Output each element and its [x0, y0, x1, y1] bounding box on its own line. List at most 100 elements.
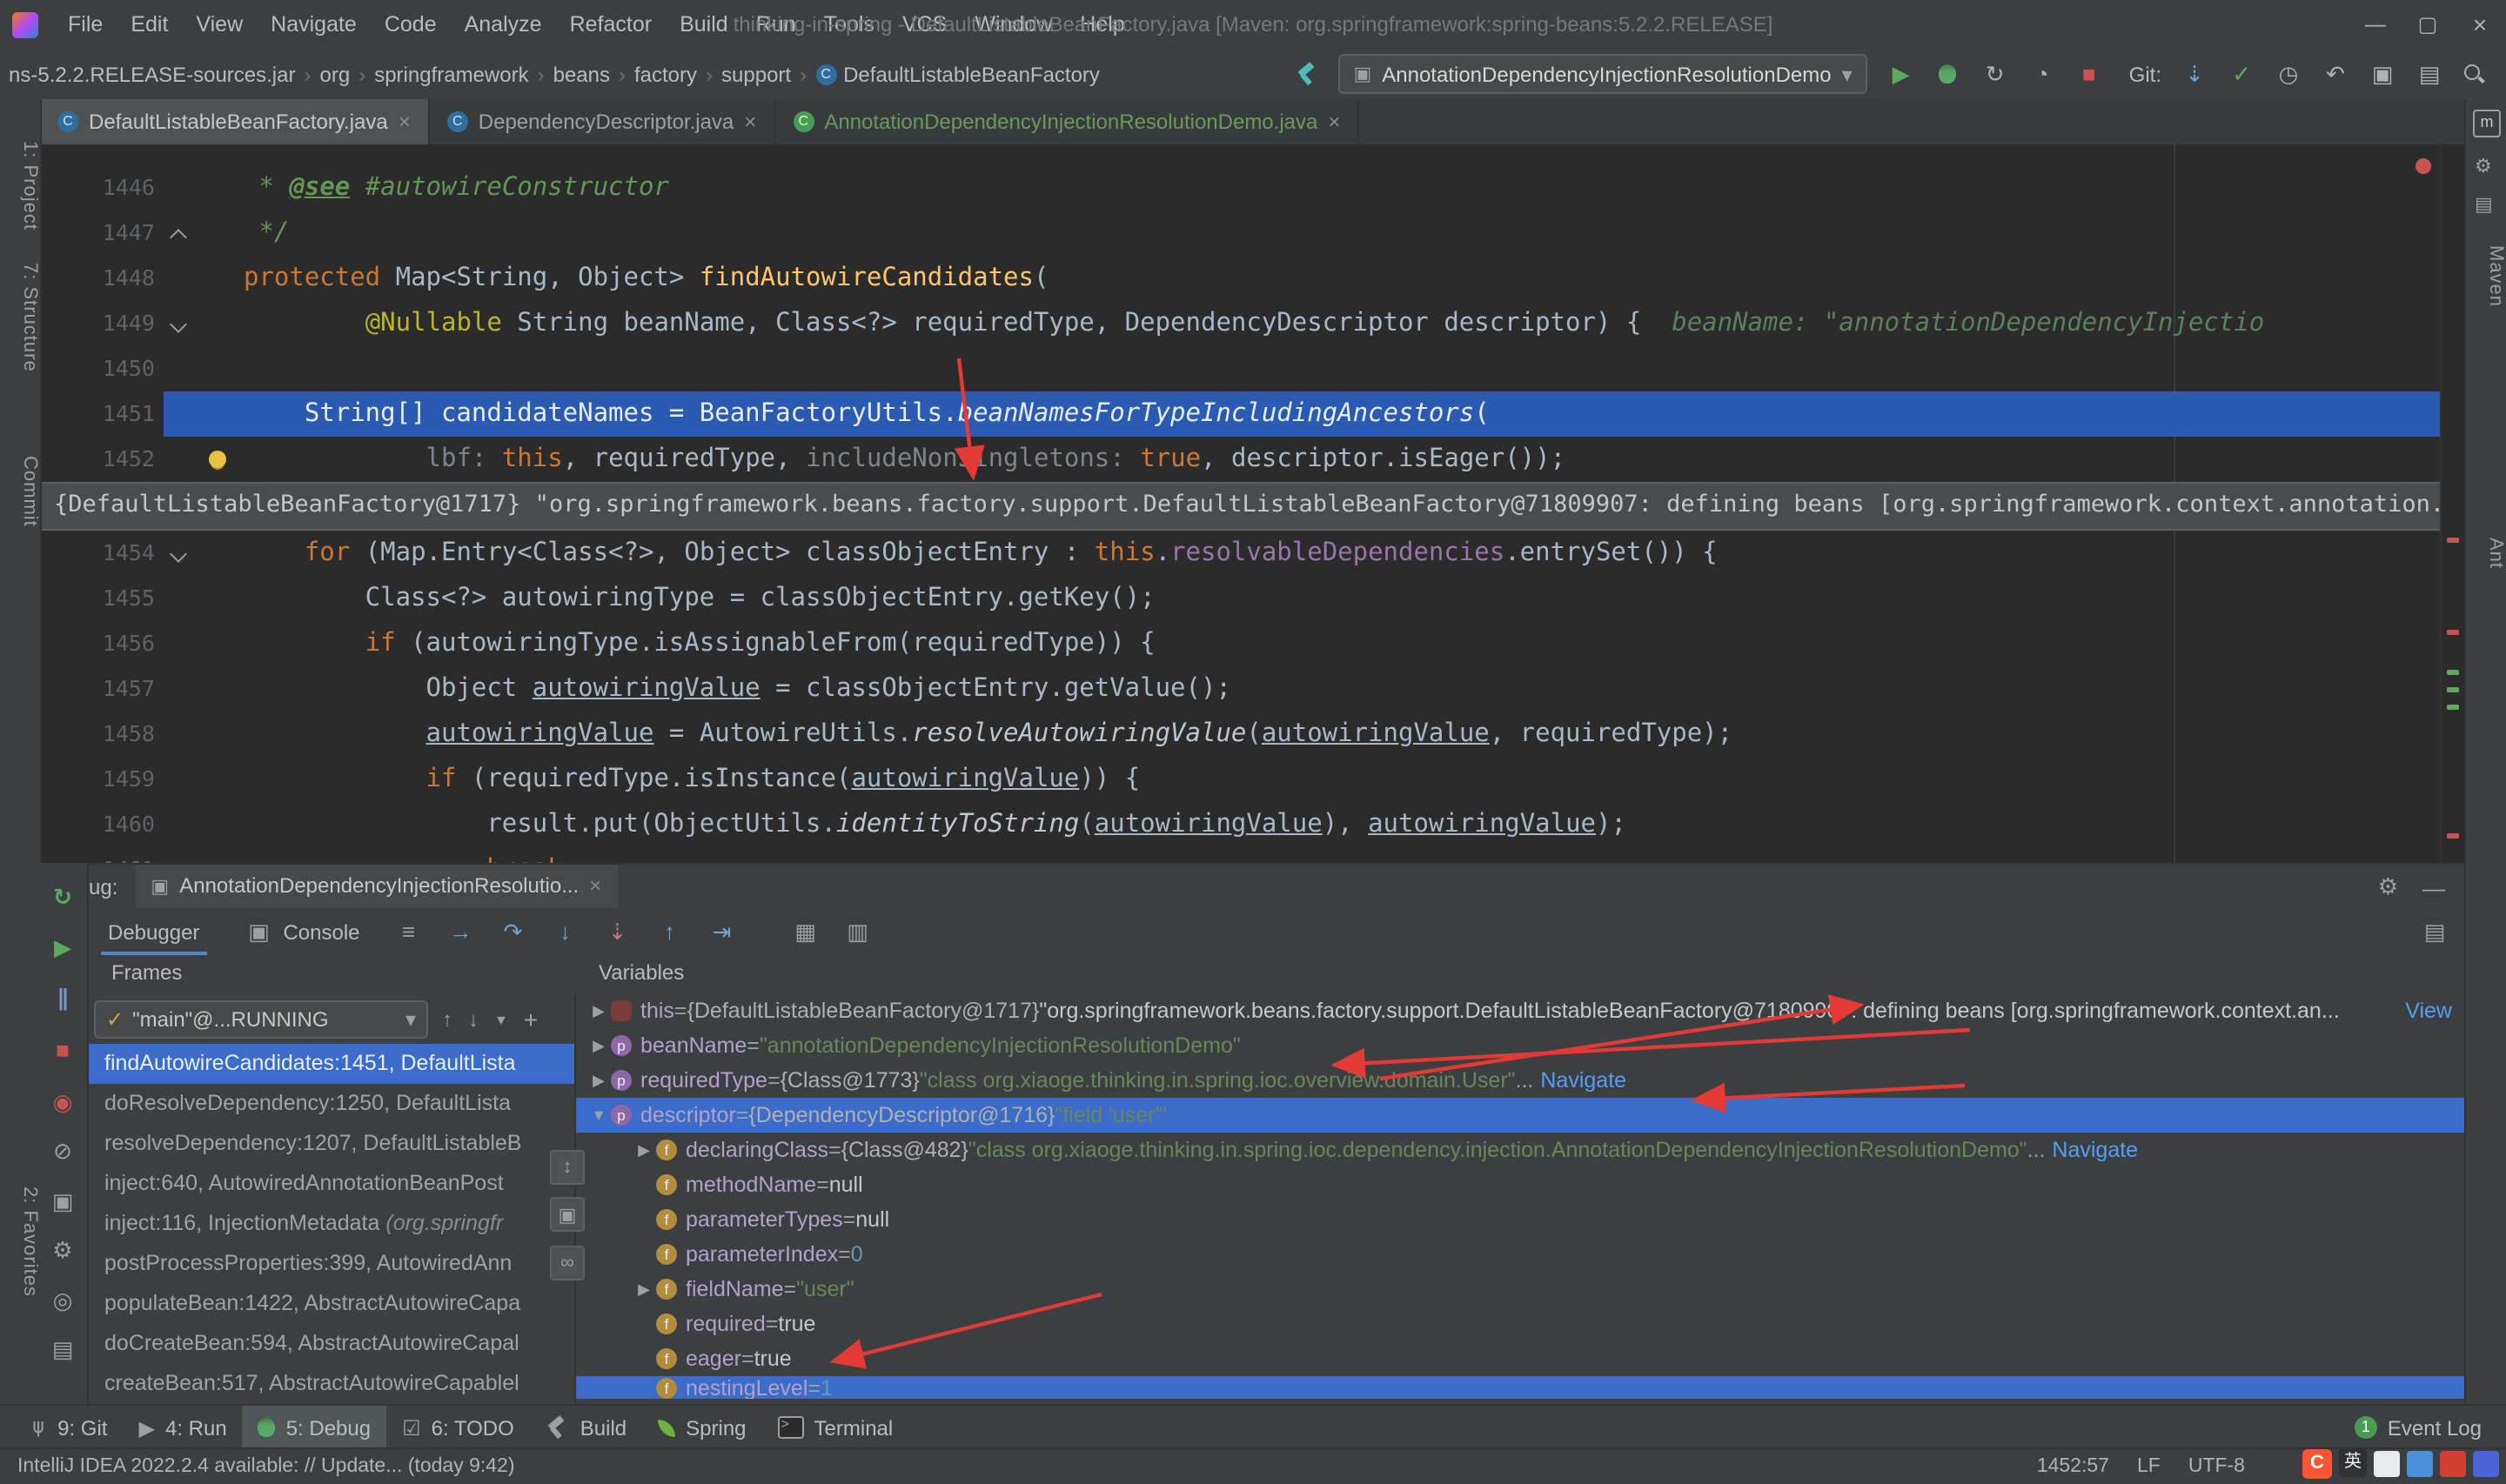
- variable-row-beanName[interactable]: ▶ p beanName = "annotationDependencyInject…: [576, 1028, 2466, 1063]
- breadcrumb-item[interactable]: org: [317, 62, 354, 86]
- menu-code[interactable]: Code: [371, 0, 451, 49]
- editor-scrollbar[interactable]: [2440, 144, 2466, 863]
- debug-settings-icon[interactable]: [49, 1237, 77, 1265]
- git-shelf-icon[interactable]: [2369, 60, 2396, 88]
- line-number[interactable]: 1459: [40, 757, 164, 802]
- frame-down-icon[interactable]: [468, 1006, 479, 1033]
- code-text[interactable]: break;: [244, 847, 2442, 863]
- vcs-stripe-mark[interactable]: [2447, 670, 2459, 675]
- line-number[interactable]: 1457: [40, 666, 164, 712]
- line-number[interactable]: 1456: [40, 621, 164, 666]
- view-options-icon[interactable]: [395, 919, 423, 945]
- tree-arrow-icon[interactable]: ▶: [586, 993, 611, 1028]
- right-stripe-panel-icon[interactable]: [2475, 193, 2493, 216]
- code-text[interactable]: @Nullable String beanName, Class<?> requ…: [244, 301, 2442, 346]
- toolwindow-item-6-todo[interactable]: 6: TODO: [386, 1406, 530, 1449]
- git-history-icon[interactable]: [2275, 60, 2302, 88]
- toolwindow-item-build[interactable]: Build: [530, 1406, 642, 1449]
- rerun-icon[interactable]: [49, 884, 77, 912]
- code-text[interactable]: */: [244, 211, 2442, 256]
- breadcrumb-item[interactable]: support: [718, 62, 794, 86]
- run-button[interactable]: [1887, 60, 1915, 88]
- gutter-fold[interactable]: [164, 301, 195, 346]
- frame-row[interactable]: findAutowireCandidates:1451, DefaultList…: [87, 1044, 574, 1084]
- code-text[interactable]: Object autowiringValue = classObjectEntr…: [244, 666, 2442, 712]
- variable-row-required[interactable]: f required = true: [576, 1307, 2466, 1341]
- layout-icon[interactable]: [49, 1336, 77, 1364]
- breadcrumb-item[interactable]: factory: [631, 62, 700, 86]
- variable-row-parameterTypes[interactable]: f parameterTypes = null: [576, 1202, 2466, 1237]
- gutter-fold[interactable]: [164, 712, 195, 757]
- scroll-updown-icon[interactable]: [550, 1150, 585, 1185]
- code-text[interactable]: String[] candidateNames = BeanFactoryUti…: [244, 391, 2442, 437]
- frame-row[interactable]: postProcessProperties:399, AutowiredAnn: [87, 1244, 574, 1284]
- git-rollback-icon[interactable]: [2322, 60, 2349, 88]
- gutter-fold[interactable]: [164, 256, 195, 301]
- thread-dump-icon[interactable]: [49, 1188, 77, 1216]
- gutter-fold[interactable]: [164, 666, 195, 712]
- menu-run[interactable]: Run: [742, 0, 810, 49]
- sidebar-item-ant[interactable]: Ant: [2466, 538, 2506, 569]
- file-encoding[interactable]: UTF-8: [2188, 1456, 2245, 1477]
- line-number[interactable]: 1447: [40, 211, 164, 256]
- gutter-fold[interactable]: [164, 391, 195, 437]
- git-commit-icon[interactable]: [2228, 60, 2255, 88]
- code-text[interactable]: [244, 346, 2442, 391]
- pin-tab-icon[interactable]: [49, 1287, 77, 1315]
- line-number[interactable]: 1452: [40, 437, 164, 482]
- menu-edit[interactable]: Edit: [117, 0, 182, 49]
- coverage-button[interactable]: [1981, 60, 2009, 88]
- code-text[interactable]: Class<?> autowiringType = classObjectEnt…: [244, 576, 2442, 621]
- status-message[interactable]: IntelliJ IDEA 2022.2.4 available: // Upd…: [0, 1456, 515, 1477]
- gutter-fold[interactable]: [164, 165, 195, 211]
- fold-expand-icon[interactable]: [170, 316, 187, 333]
- breadcrumb-item[interactable]: ns-5.2.2.RELEASE-sources.jar: [5, 62, 299, 86]
- line-number[interactable]: 1451: [40, 391, 164, 437]
- close-icon[interactable]: [1328, 110, 1340, 134]
- view-link[interactable]: View: [2391, 993, 2452, 1028]
- gear-icon[interactable]: [2378, 873, 2398, 901]
- menu-help[interactable]: Help: [1066, 0, 1138, 49]
- resume-icon[interactable]: [49, 934, 77, 962]
- line-number[interactable]: 1455: [40, 576, 164, 621]
- gutter-fold[interactable]: [164, 576, 195, 621]
- line-number[interactable]: 1458: [40, 712, 164, 757]
- menu-view[interactable]: View: [182, 0, 257, 49]
- sidebar-item-structure[interactable]: 7: Structure: [0, 263, 40, 372]
- run-configuration-select[interactable]: AnnotationDependencyInjectionResolutionD…: [1337, 54, 1868, 94]
- gutter-fold[interactable]: [164, 346, 195, 391]
- tab-defaultlistablebeanfactory-java[interactable]: C DefaultListableBeanFactory.java: [40, 99, 430, 144]
- toolwindow-item-4-run[interactable]: 4: Run: [124, 1406, 243, 1449]
- fold-collapse-icon[interactable]: [170, 229, 187, 246]
- close-icon[interactable]: [2454, 0, 2506, 49]
- settings-sliders-icon[interactable]: [844, 918, 872, 946]
- frame-row[interactable]: createBean:517, AbstractAutowireCapablel: [87, 1364, 574, 1404]
- breadcrumb-item[interactable]: beans: [550, 62, 613, 86]
- copy-stack-icon[interactable]: [550, 1197, 585, 1232]
- fold-expand-icon[interactable]: [170, 545, 187, 563]
- menu-vcs[interactable]: VCS: [888, 0, 961, 49]
- tab-console[interactable]: Console: [234, 909, 370, 954]
- hide-panel-icon[interactable]: [2422, 873, 2445, 901]
- code-text[interactable]: if (requiredType.isInstance(autowiringVa…: [244, 757, 2442, 802]
- variable-row-declaringClass[interactable]: ▶ f declaringClass = {Class@482} "class or…: [576, 1133, 2466, 1167]
- sidebar-item-favorites[interactable]: 2: Favorites: [0, 1187, 40, 1297]
- tab-dependencydescriptor-java[interactable]: C DependencyDescriptor.java: [430, 99, 776, 144]
- line-number[interactable]: 1448: [40, 256, 164, 301]
- frame-row[interactable]: populateBean:1422, AbstractAutowireCapa: [87, 1284, 574, 1324]
- gutter-fold[interactable]: [164, 802, 195, 847]
- code-text[interactable]: protected Map<String, Object> findAutowi…: [244, 256, 2442, 301]
- line-number[interactable]: 1449: [40, 301, 164, 346]
- error-stripe-mark[interactable]: [2447, 538, 2459, 543]
- debug-button[interactable]: [1934, 60, 1962, 88]
- code-editor[interactable]: 1446 * @see #autowireConstructor 1447 */1…: [40, 144, 2466, 863]
- tab-debugger[interactable]: Debugger: [97, 909, 210, 954]
- tree-arrow-icon[interactable]: ▼: [586, 1098, 611, 1133]
- tree-arrow-icon[interactable]: ▶: [586, 1028, 611, 1063]
- frame-up-icon[interactable]: [442, 1006, 452, 1033]
- maximize-icon[interactable]: [2402, 0, 2454, 49]
- error-stripe-mark[interactable]: [2447, 833, 2459, 839]
- pause-icon[interactable]: [49, 985, 77, 1013]
- line-number[interactable]: 1454: [40, 531, 164, 576]
- frame-row[interactable]: resolveDependency:1207, DefaultListableB: [87, 1124, 574, 1164]
